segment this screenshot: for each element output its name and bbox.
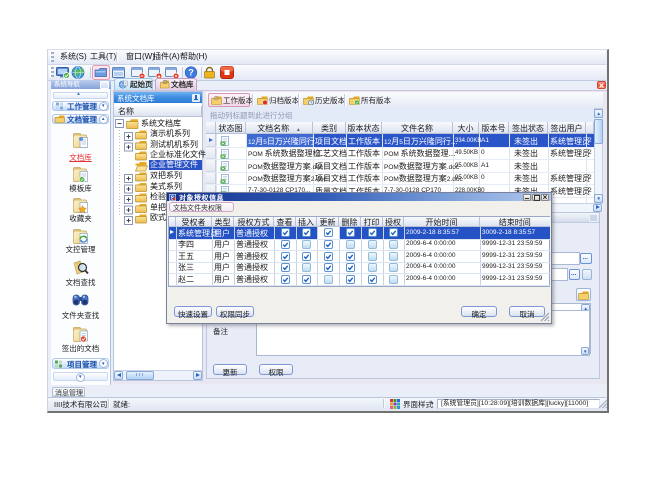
svg-text:?: ?	[188, 68, 194, 78]
